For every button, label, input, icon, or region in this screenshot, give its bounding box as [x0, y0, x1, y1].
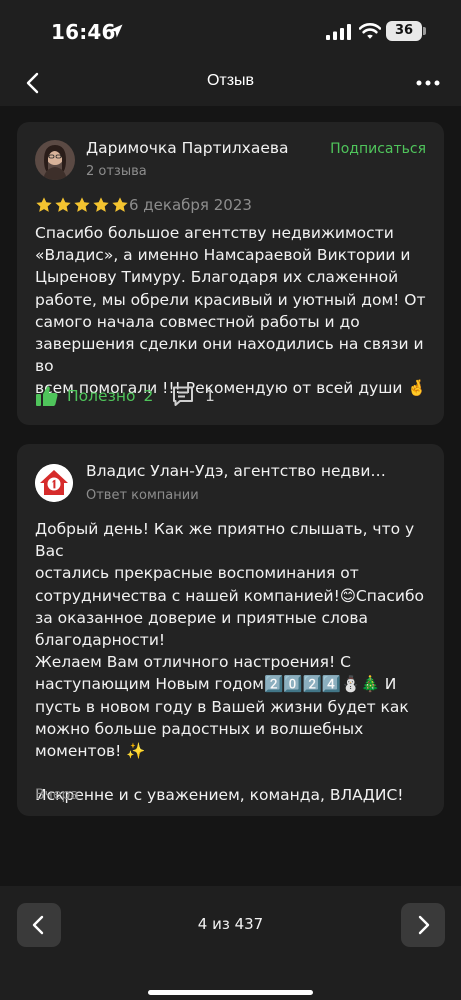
comments-button[interactable]: 1 — [171, 381, 215, 411]
page-title: Отзыв — [206, 72, 255, 89]
star-icon — [55, 197, 71, 212]
status-time: 16:46 — [51, 20, 116, 44]
nav-bar: Отзыв — [0, 60, 461, 106]
avatar[interactable] — [35, 140, 75, 180]
author-reviews-count: 2 отзыва — [86, 164, 147, 179]
useful-label: Полезно — [67, 387, 136, 405]
star-icon — [36, 197, 52, 212]
star-icon — [93, 197, 109, 212]
home-indicator[interactable] — [148, 990, 313, 995]
company-name[interactable]: Владис Улан-Удэ, агентство недви… — [86, 462, 386, 480]
rating-stars — [35, 196, 129, 214]
location-arrow-icon — [109, 24, 123, 38]
review-date: 6 декабря 2023 — [129, 196, 252, 214]
company-reply-card: Владис Улан-Удэ, агентство недви… Ответ … — [17, 444, 444, 816]
battery-cap — [423, 27, 426, 35]
review-text: Спасибо большое агентству недвижимости «… — [35, 224, 427, 398]
useful-button[interactable]: Полезно 2 — [35, 381, 153, 411]
comment-icon — [173, 386, 193, 406]
company-logo[interactable] — [35, 464, 73, 502]
cellular-signal-icon — [326, 24, 351, 40]
pager-bar: 4 из 437 — [0, 886, 461, 1000]
next-review-button[interactable] — [401, 903, 445, 947]
pager-label: 4 из 437 — [197, 915, 264, 933]
comments-count: 1 — [205, 387, 215, 405]
star-icon — [112, 197, 128, 212]
thumbs-up-icon — [36, 386, 58, 406]
reply-date: Вчера — [35, 787, 79, 803]
author-name[interactable]: Даримочка Партилхаева — [86, 139, 288, 157]
useful-count: 2 — [143, 387, 154, 405]
status-bar: 16:46 36 — [0, 0, 461, 60]
company-reply-label: Ответ компании — [86, 488, 199, 503]
star-icon — [74, 197, 90, 212]
subscribe-button[interactable]: Подписаться — [330, 141, 426, 157]
reply-text: Добрый день! Как же приятно слышать, что… — [35, 520, 425, 805]
review-card: Даримочка Партилхаева 2 отзыва Подписать… — [17, 122, 444, 425]
battery-icon: 36 — [386, 21, 422, 41]
wifi-icon — [359, 23, 381, 39]
more-options-button[interactable] — [412, 68, 444, 98]
